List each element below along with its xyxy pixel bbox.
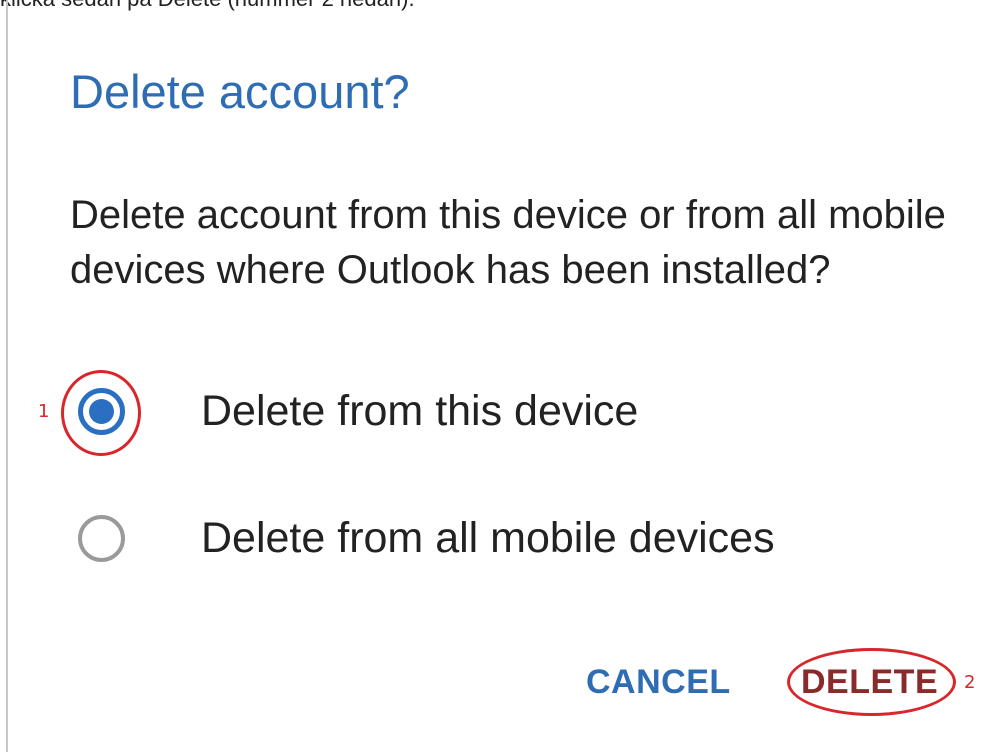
annotation-number-1: 1 xyxy=(38,401,50,422)
option-delete-from-this-device[interactable]: Delete from this device xyxy=(78,381,638,441)
annotation-circle-2 xyxy=(787,648,956,716)
dialog-title: Delete account? xyxy=(70,65,410,118)
annotation-number-2: 2 xyxy=(964,672,976,693)
dialog-message: Delete account from this device or from … xyxy=(70,193,946,292)
page-left-border xyxy=(6,0,8,752)
radio-button-unselected[interactable] xyxy=(78,514,125,562)
cancel-button[interactable]: CANCEL xyxy=(586,663,731,702)
option-label: Delete from this device xyxy=(201,386,639,435)
annotation-circle-1 xyxy=(61,370,141,456)
instruction-caption: klicka sedan på Delete (nummer 2 nedan). xyxy=(0,0,415,12)
option-delete-from-all-devices[interactable]: Delete from all mobile devices xyxy=(78,508,775,568)
option-label: Delete from all mobile devices xyxy=(201,513,775,562)
